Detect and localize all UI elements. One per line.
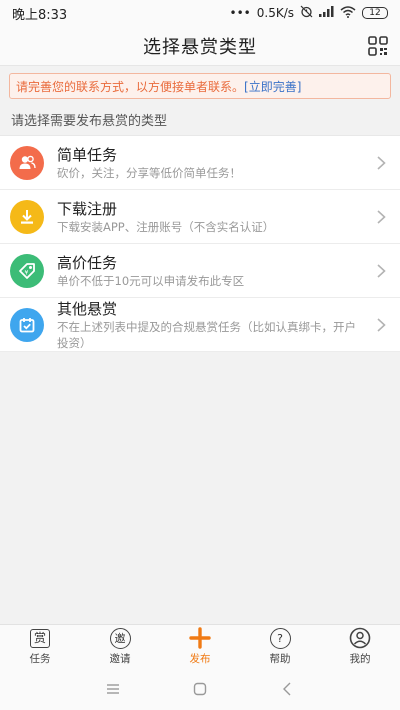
reward-type-high-price[interactable]: ¥ 高价任务 单价不低于10元可以申请发布此专区 <box>0 244 400 298</box>
item-desc: 不在上述列表中提及的合规悬赏任务（比如认真绑卡，开户投资） <box>57 319 356 350</box>
scan-button[interactable] <box>366 34 390 58</box>
user-icon <box>349 627 371 649</box>
chevron-right-icon <box>377 263 386 278</box>
page-title: 选择悬赏类型 <box>143 36 257 58</box>
notice-text: 请完善您的联系方式，以方便接单者联系。 <box>16 79 245 94</box>
tab-label: 邀请 <box>109 653 131 665</box>
menu-icon <box>107 684 120 694</box>
tab-tasks[interactable]: 赏 任务 <box>0 625 80 668</box>
calendar-check-icon <box>10 307 44 342</box>
reward-type-download[interactable]: 下载注册 下载安装APP、注册账号（不含实名认证） <box>0 190 400 244</box>
svg-text:¥: ¥ <box>25 269 29 276</box>
tab-label: 帮助 <box>269 653 291 665</box>
battery-icon: 12 <box>362 7 388 19</box>
tab-publish[interactable]: 发布 <box>160 625 240 668</box>
wifi-icon <box>340 5 356 21</box>
bottom-tab-bar: 赏 任务 邀 邀请 发布 ? 帮助 我的 <box>0 624 400 668</box>
back-button[interactable] <box>272 674 302 704</box>
status-bar: 晚上8:33 ••• 0.5K/s 12 <box>0 0 400 26</box>
contact-notice-banner: 请完善您的联系方式，以方便接单者联系。 [立即完善] <box>9 73 391 99</box>
home-icon <box>193 682 207 696</box>
tab-invite[interactable]: 邀 邀请 <box>80 625 160 668</box>
chevron-right-icon <box>377 155 386 170</box>
alarm-icon <box>300 5 313 21</box>
invite-icon: 邀 <box>109 627 131 649</box>
status-time: 晚上8:33 <box>12 7 68 23</box>
reward-type-list: 简单任务 砍价，关注，分享等低价简单任务！ 下载注册 下载安装APP、注册账号（… <box>0 135 400 352</box>
menu-button[interactable] <box>98 674 128 704</box>
nav-bar: 选择悬赏类型 <box>0 26 400 66</box>
notification-dots-icon: ••• <box>229 6 251 20</box>
item-title: 下载注册 <box>57 199 118 218</box>
qr-scan-icon <box>368 36 388 56</box>
tab-label: 任务 <box>29 653 51 665</box>
home-button[interactable] <box>185 674 215 704</box>
chevron-right-icon <box>377 209 386 224</box>
network-speed: 0.5K/s <box>256 6 294 20</box>
reward-icon: 赏 <box>29 627 51 649</box>
signal-icon <box>319 6 334 20</box>
section-label: 请选择需要发布悬赏的类型 <box>11 114 168 129</box>
item-title: 高价任务 <box>57 253 118 272</box>
back-icon <box>282 682 291 696</box>
complete-now-link[interactable]: [立即完善] <box>244 78 301 95</box>
system-nav-bar <box>0 668 400 710</box>
tab-label: 发布 <box>189 653 211 665</box>
reward-type-simple[interactable]: 简单任务 砍价，关注，分享等低价简单任务！ <box>0 136 400 190</box>
chevron-right-icon <box>377 317 386 332</box>
tab-mine[interactable]: 我的 <box>320 625 400 668</box>
reward-type-other[interactable]: 其他悬赏 不在上述列表中提及的合规悬赏任务（比如认真绑卡，开户投资） <box>0 298 400 352</box>
item-desc: 砍价，关注，分享等低价简单任务！ <box>57 165 241 180</box>
download-icon <box>10 199 44 234</box>
plus-icon <box>189 627 211 649</box>
price-tag-icon: ¥ <box>10 253 44 288</box>
item-title: 其他悬赏 <box>57 299 118 318</box>
tab-label: 我的 <box>349 653 371 665</box>
item-desc: 下载安装APP、注册账号（不含实名认证） <box>57 219 275 234</box>
tab-help[interactable]: ? 帮助 <box>240 625 320 668</box>
status-icons: ••• 0.5K/s 12 <box>230 5 388 21</box>
item-title: 简单任务 <box>57 145 118 164</box>
help-icon: ? <box>269 627 291 649</box>
users-icon <box>10 145 44 180</box>
item-desc: 单价不低于10元可以申请发布此专区 <box>57 273 245 288</box>
